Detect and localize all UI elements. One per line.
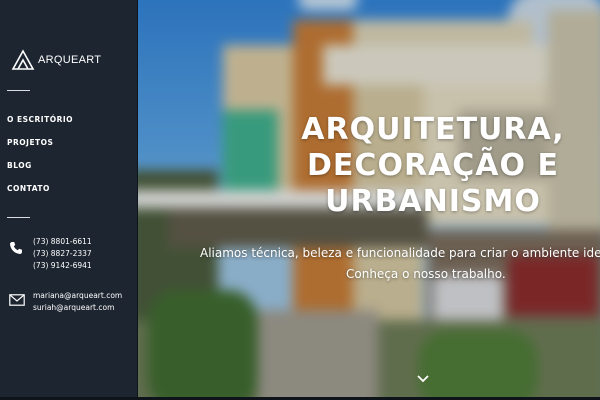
hero-title-line: URBANISMO	[325, 184, 541, 219]
envelope-icon	[9, 294, 25, 306]
nav-item-projetos[interactable]: PROJETOS	[7, 137, 73, 160]
phone-number[interactable]: (73) 8827-2337	[33, 248, 92, 260]
triangle-logo-icon	[11, 49, 35, 70]
nav-item-escritorio[interactable]: O ESCRITÓRIO	[7, 114, 73, 137]
hero-title-line: DECORAÇÃO E	[307, 148, 559, 183]
email-address[interactable]: suriah@arqueart.com	[33, 302, 122, 314]
hero-section: ARQUITETURA, DECORAÇÃO E URBANISMO Aliam…	[138, 0, 600, 400]
email-address[interactable]: mariana@arqueart.com	[33, 290, 122, 302]
phone-icon	[10, 242, 22, 254]
hero-title: ARQUITETURA, DECORAÇÃO E URBANISMO	[278, 112, 588, 220]
hero-subtitle-line: Conheça o nosso trabalho.	[346, 267, 506, 281]
phone-list: (73) 8801-6611 (73) 8827-2337 (73) 9142-…	[33, 236, 92, 272]
hero-subtitle: Aliamos técnica, beleza e funcionalidade…	[200, 243, 600, 285]
nav-item-blog[interactable]: BLOG	[7, 160, 73, 183]
main-nav: O ESCRITÓRIO PROJETOS BLOG CONTATO	[7, 114, 73, 206]
email-list: mariana@arqueart.com suriah@arqueart.com	[33, 290, 122, 314]
nav-item-contato[interactable]: CONTATO	[7, 183, 73, 206]
phone-number[interactable]: (73) 9142-6941	[33, 260, 92, 272]
phone-number[interactable]: (73) 8801-6611	[33, 236, 92, 248]
divider-top	[7, 90, 30, 91]
hero-subtitle-line: Aliamos técnica, beleza e funcionalidade…	[200, 246, 600, 260]
chevron-down-icon[interactable]	[416, 374, 430, 384]
hero-title-line: ARQUITETURA,	[301, 112, 565, 147]
divider-bottom	[7, 217, 30, 218]
brand-name: ARQUEART	[38, 54, 102, 66]
sidebar: ARQUEART O ESCRITÓRIO PROJETOS BLOG CONT…	[0, 0, 137, 400]
brand-logo[interactable]: ARQUEART	[11, 49, 101, 71]
